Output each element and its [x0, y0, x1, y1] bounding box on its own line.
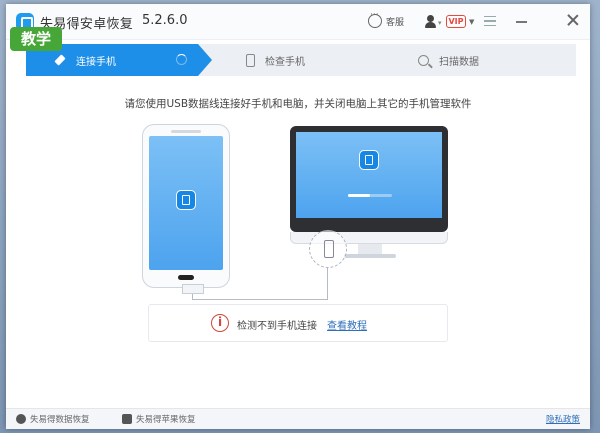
step-bar: 连接手机 检查手机 扫描数据 — [6, 44, 590, 76]
connection-status-box: i 检测不到手机连接 查看教程 — [148, 304, 448, 342]
loading-spinner-icon — [176, 54, 187, 65]
privacy-policy-link[interactable]: 隐私政策 — [546, 413, 580, 425]
footer-item-label: 失易得数据恢复 — [30, 415, 90, 425]
step-scan-data: 扫描数据 — [370, 44, 576, 76]
footer-bar: 失易得数据恢复 失易得苹果恢复 隐私政策 — [6, 408, 590, 429]
customer-service-label: 客服 — [386, 17, 405, 28]
monitor-progress-bar — [348, 194, 392, 197]
step-label: 扫描数据 — [439, 56, 479, 68]
close-icon[interactable] — [566, 13, 580, 27]
screenshot-stage: 失易得安卓恢复 5.2.6.0 客服 ▾ VIP ▼ 连接手机 检查手机 — [0, 0, 600, 433]
footer-link-iphone-recovery[interactable]: 失易得苹果恢复 — [122, 413, 196, 425]
app-logo-icon — [359, 150, 379, 170]
step-label: 检查手机 — [265, 56, 305, 68]
footer-item-label: 失易得苹果恢复 — [136, 415, 196, 425]
phone-speaker — [171, 130, 201, 133]
phone-icon — [246, 53, 255, 67]
phone-screen — [149, 136, 223, 270]
status-message: 检测不到手机连接 — [237, 321, 317, 332]
alert-icon: i — [211, 314, 229, 332]
customer-service-button[interactable]: 客服 — [368, 10, 405, 28]
monitor-base — [344, 254, 396, 258]
app-logo-icon — [176, 190, 196, 210]
user-dropdown-icon[interactable]: ▾ — [438, 19, 442, 27]
customer-service-icon — [368, 10, 382, 28]
monitor-screen — [296, 132, 442, 218]
usb-cable — [192, 299, 328, 300]
step-label: 连接手机 — [76, 56, 116, 68]
monitor-progress-fill — [348, 194, 370, 197]
usb-connector — [182, 284, 204, 294]
phone-home-button — [178, 275, 194, 280]
footer-link-data-recovery[interactable]: 失易得数据恢复 — [16, 413, 90, 425]
iphone-recovery-icon — [122, 414, 132, 424]
phone-illustration — [142, 124, 230, 288]
title-bar: 失易得安卓恢复 5.2.6.0 客服 ▾ VIP ▼ — [6, 4, 590, 40]
monitor-stand — [358, 244, 382, 254]
monitor-illustration — [290, 126, 448, 232]
app-window: 失易得安卓恢复 5.2.6.0 客服 ▾ VIP ▼ 连接手机 检查手机 — [6, 4, 590, 429]
connect-instruction: 请您使用USB数据线连接好手机和电脑，并关闭电脑上其它的手机管理软件 — [124, 98, 472, 110]
plug-icon — [54, 54, 66, 66]
step-check-phone: 检查手机 — [198, 44, 388, 76]
tutorial-badge: 教学 — [10, 27, 62, 51]
user-icon[interactable] — [425, 15, 436, 28]
menu-icon[interactable] — [484, 16, 496, 26]
view-tutorial-link[interactable]: 查看教程 — [327, 317, 367, 332]
minimize-icon[interactable] — [516, 21, 527, 23]
vip-badge[interactable]: VIP — [446, 15, 466, 28]
app-version: 5.2.6.0 — [142, 13, 188, 28]
usb-cable — [327, 268, 328, 300]
vip-dropdown-icon[interactable]: ▼ — [469, 18, 474, 26]
usb-port-icon — [309, 230, 347, 268]
search-icon — [418, 54, 429, 66]
data-recovery-icon — [16, 414, 26, 424]
